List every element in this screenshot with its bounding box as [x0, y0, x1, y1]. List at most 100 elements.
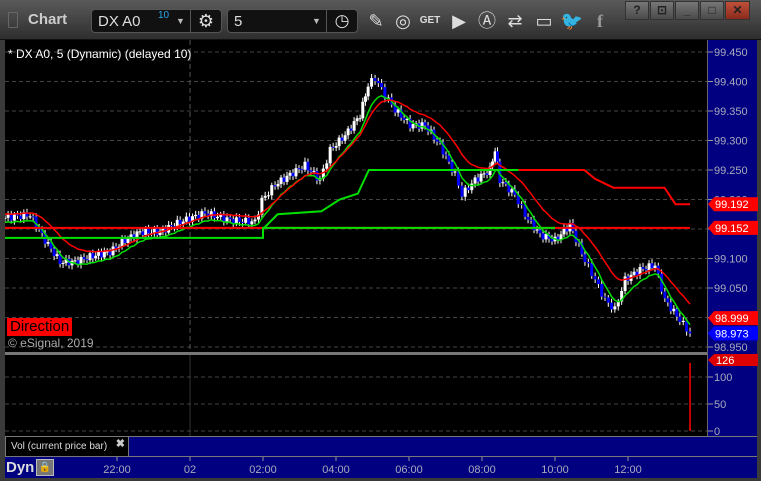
candle-body	[294, 168, 298, 177]
candle-body	[583, 254, 587, 263]
twitter-icon[interactable]: 🐦	[560, 9, 584, 33]
clock-icon[interactable]: ◷	[326, 10, 357, 32]
candle-body	[672, 308, 676, 312]
candle-body	[97, 251, 101, 256]
chevron-down-icon[interactable]: ▼	[312, 16, 321, 26]
candle-body	[9, 214, 13, 221]
direction-label: Direction	[7, 318, 73, 336]
candle-body	[644, 268, 648, 271]
facebook-icon[interactable]: f	[590, 9, 610, 33]
price-chart[interactable]: * DX A0, 5 (Dynamic) (delayed 10) Direct…	[3, 40, 707, 352]
candle-body	[114, 246, 118, 249]
candle-body	[501, 182, 505, 184]
time-tick-label: 12:00	[614, 464, 642, 476]
candle-body	[463, 187, 467, 197]
candle-body	[82, 257, 86, 260]
price-badge-label: 99.192	[715, 199, 749, 211]
candle-body	[544, 234, 548, 240]
price-badge-label: 99.152	[715, 223, 749, 235]
time-tick-label: 08:00	[468, 464, 496, 476]
candle-body	[600, 284, 604, 297]
candle-body	[496, 151, 500, 162]
candle-body	[123, 239, 127, 243]
candle-body	[12, 214, 16, 221]
play-icon[interactable]: ▶	[447, 9, 471, 33]
candle-body	[147, 228, 151, 234]
candle-body	[234, 217, 238, 224]
volume-tab[interactable]: Vol (current price bar) ✖	[5, 436, 129, 457]
candle-body	[309, 170, 313, 172]
window-title: Chart	[28, 11, 68, 28]
price-axis[interactable]: 99.45099.40099.35099.30099.25099.20099.1…	[707, 40, 758, 438]
candle-body	[6, 214, 10, 218]
candle-body	[31, 216, 35, 218]
time-tick-label: 02:00	[249, 464, 277, 476]
candle-body	[435, 139, 439, 142]
study-tab-strip: Vol (current price bar) ✖	[5, 436, 757, 457]
candle-body	[184, 216, 188, 222]
candle-body	[263, 195, 267, 198]
chevron-down-icon[interactable]: ▼	[176, 16, 185, 26]
candle-body	[678, 316, 682, 322]
candle-body	[61, 263, 65, 265]
candle-body	[297, 168, 301, 170]
drag-grip-icon[interactable]	[8, 12, 18, 28]
candle-body	[187, 216, 191, 222]
settings-gear-icon[interactable]: ⚙	[190, 10, 221, 32]
candle-body	[291, 172, 295, 177]
candle-body	[358, 118, 362, 120]
candle-body	[681, 320, 685, 322]
close-icon[interactable]: ✕	[725, 1, 750, 20]
candle-body	[52, 248, 56, 257]
time-tick-label: 06:00	[395, 464, 423, 476]
candle-body	[669, 302, 673, 312]
candle-body	[247, 217, 251, 225]
candle-body	[590, 263, 594, 277]
candle-body	[250, 221, 254, 225]
candle-body	[73, 260, 77, 262]
study-icon[interactable]: ◎	[391, 9, 415, 33]
interval-select[interactable]: 5 ▼ ◷	[227, 9, 358, 33]
candle-body	[603, 296, 607, 298]
time-axis[interactable]: Dyn 🔒 22:00 02 02:00 04:00 06:00 08:00 10:00 12…	[5, 456, 757, 478]
restore-down-icon[interactable]: ⊡	[650, 1, 674, 20]
symbol-input[interactable]: DX A0 10 ▼ ⚙	[91, 9, 222, 33]
get-icon[interactable]: GET	[418, 9, 442, 33]
candle-body	[529, 219, 533, 221]
candle-body	[28, 216, 32, 218]
candle-body	[610, 302, 614, 310]
close-study-icon[interactable]: ✖	[116, 437, 125, 450]
candle-body	[526, 216, 530, 220]
candle-body	[141, 231, 145, 235]
candle-body	[373, 78, 377, 81]
link-icon[interactable]: ⇄	[503, 9, 527, 33]
candle-body	[541, 233, 545, 240]
price-tick-label: 99.250	[714, 165, 748, 177]
candle-body	[466, 187, 470, 191]
candle-body	[102, 251, 106, 258]
help-button[interactable]: ?	[625, 1, 649, 20]
candle-body	[94, 255, 98, 259]
candle-body	[306, 161, 310, 171]
price-badge-label: 98.973	[715, 328, 749, 340]
candle-body	[328, 146, 332, 164]
price-chart-svg	[3, 40, 707, 352]
minimize-icon[interactable]: _	[675, 1, 699, 20]
price-tick-label: 98.950	[714, 342, 748, 354]
candle-body	[402, 117, 406, 121]
time-tick-label: 10:00	[541, 464, 569, 476]
candle-body	[331, 146, 335, 148]
volume-tick-label: 0	[714, 426, 720, 436]
pencil-draw-icon[interactable]: ✎	[365, 9, 387, 33]
maximize-icon[interactable]: □	[700, 1, 724, 20]
chat-icon[interactable]: ▭	[532, 9, 556, 33]
candle-body	[361, 101, 365, 119]
candle-body	[46, 242, 50, 244]
alert-icon[interactable]: Ⓐ	[475, 9, 499, 33]
candle-body	[613, 306, 617, 310]
volume-pane[interactable]	[5, 355, 707, 436]
candle-body	[55, 254, 59, 257]
candle-body	[99, 251, 103, 258]
candle-body	[370, 78, 374, 87]
candle-body	[453, 171, 457, 173]
